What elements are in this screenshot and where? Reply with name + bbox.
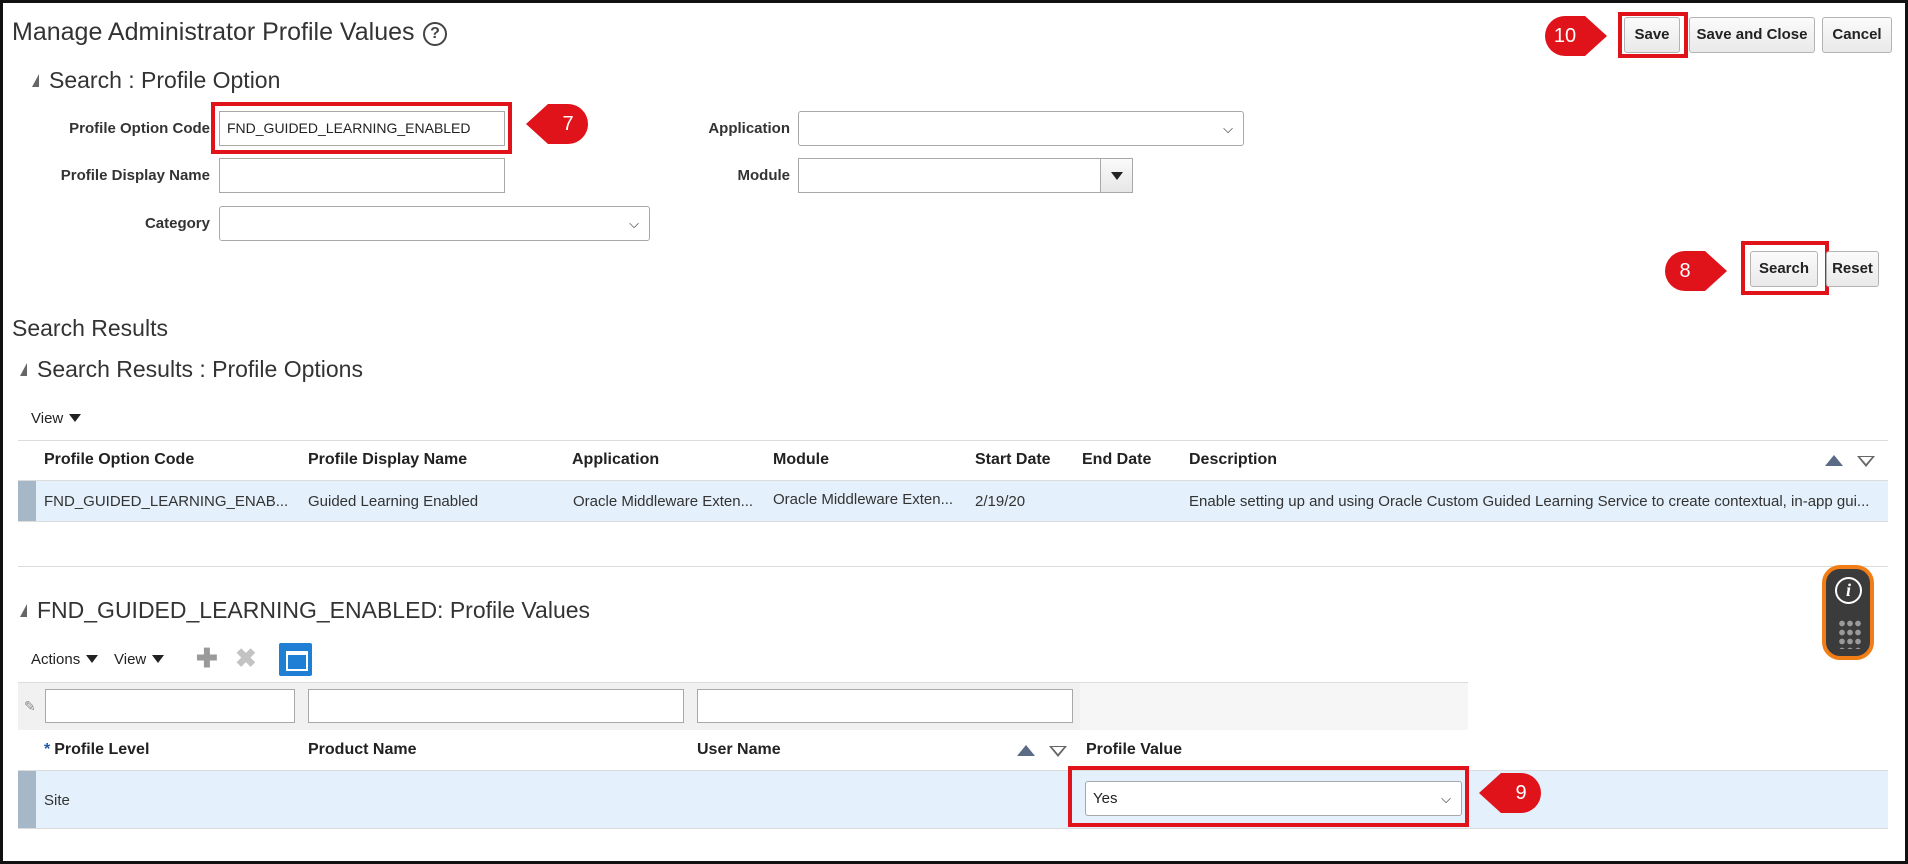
cell-application: Oracle Middleware Exten... [573,493,754,510]
profile-display-name-input[interactable] [219,158,505,193]
search-results-heading: Search Results [12,315,168,341]
row-divider [18,480,1888,481]
help-icon[interactable]: ? [423,22,447,46]
results-section-header[interactable]: Search Results : Profile Options [20,356,363,383]
chevron-down-icon [152,655,165,663]
search-section-header[interactable]: Search : Profile Option [32,67,280,94]
col-header-module[interactable]: Module [773,451,829,469]
row-selector[interactable] [18,771,36,828]
col-header-end-date[interactable]: End Date [1082,451,1151,469]
filter-product-name-input[interactable] [308,689,684,723]
module-input[interactable] [798,158,1101,193]
collapse-triangle-icon[interactable] [32,74,39,87]
col-header-profile-option-code[interactable]: Profile Option Code [44,451,194,469]
chevron-down-icon: ⌵ [1441,791,1451,806]
col-header-product-name[interactable]: Product Name [308,741,416,759]
filter-user-name-input[interactable] [697,689,1073,723]
filter-profile-value-cell [1080,683,1468,730]
section-divider [18,566,1888,567]
category-label: Category [144,215,210,232]
cell-description: Enable setting up and using Oracle Custo… [1189,493,1870,510]
step-10-marker-tip [1585,16,1607,56]
sort-ascending-icon[interactable] [1017,745,1035,756]
col-header-start-date[interactable]: Start Date [975,451,1051,469]
page-title: Manage Administrator Profile Values [12,18,415,46]
step-7-marker-tip [526,104,548,144]
profile-option-code-input[interactable]: FND_GUIDED_LEARNING_ENABLED [219,111,505,146]
cell-start-date: 2/19/20 [975,493,1026,510]
application-select[interactable]: ⌵ [798,111,1244,146]
actions-menu[interactable]: Actions [31,651,99,668]
chevron-down-icon [69,414,82,422]
row-selector[interactable] [18,481,36,521]
col-header-user-name[interactable]: User Name [697,741,781,759]
results-section-title: Search Results : Profile Options [37,356,363,382]
col-header-application[interactable]: Application [572,451,659,469]
search-button[interactable]: Search [1750,251,1818,287]
reset-button[interactable]: Reset [1826,251,1879,287]
results-view-menu[interactable]: View [31,410,82,427]
step-10-marker: 10 [1545,16,1585,56]
sort-descending-icon[interactable] [1049,746,1067,757]
cell-profile-display-name: Guided Learning Enabled [308,493,479,510]
sort-descending-icon[interactable] [1857,456,1875,467]
chevron-down-icon: ⌵ [629,216,639,231]
col-header-description[interactable]: Description [1189,451,1277,469]
module-label: Module [737,167,791,184]
cancel-button[interactable]: Cancel [1822,17,1892,53]
row-divider [18,521,1888,522]
profile-values-section-title: FND_GUIDED_LEARNING_ENABLED: Profile Val… [37,597,591,623]
step-9-marker: 9 [1501,773,1541,813]
col-header-profile-value[interactable]: Profile Value [1086,741,1182,759]
profile-values-section-header[interactable]: FND_GUIDED_LEARNING_ENABLED: Profile Val… [20,597,590,624]
add-icon[interactable]: ✚ [196,643,218,674]
application-label: Application [708,120,790,137]
filter-profile-level-input[interactable] [45,689,295,723]
module-dropdown-button[interactable] [1100,158,1133,193]
step-8-marker: 8 [1665,251,1705,291]
profile-value-select[interactable]: Yes ⌵ [1085,781,1462,816]
cell-module: Oracle Middleware Exten... [773,491,954,508]
profile-option-code-label: Profile Option Code [69,120,210,137]
collapse-triangle-icon[interactable] [20,363,27,376]
col-header-profile-display-name[interactable]: Profile Display Name [308,451,467,469]
edit-filter-icon: ✎ [24,698,36,714]
profile-values-view-menu[interactable]: View [114,651,165,668]
table-row[interactable] [18,771,1888,828]
profile-display-name-label: Profile Display Name [60,167,210,184]
search-section-title: Search : Profile Option [49,67,281,93]
apps-grid-icon[interactable] [1838,619,1862,649]
results-table-top-border [18,440,1888,441]
category-select[interactable]: ⌵ [219,206,650,241]
sort-ascending-icon[interactable] [1825,455,1843,466]
required-marker: * [44,741,51,758]
step-8-marker-tip [1705,251,1727,291]
collapse-triangle-icon[interactable] [20,604,27,617]
step-7-marker: 7 [548,104,588,144]
delete-icon[interactable]: ✖ [235,643,257,674]
row-divider [18,770,1888,771]
guided-learning-widget[interactable]: i [1822,565,1874,660]
save-and-close-button[interactable]: Save and Close [1689,17,1815,53]
step-9-marker-tip [1479,773,1501,813]
chevron-down-icon: ⌵ [1223,121,1233,136]
save-button[interactable]: Save [1624,17,1680,53]
cell-profile-level: Site [44,792,70,809]
chevron-down-icon [86,655,99,663]
info-icon[interactable]: i [1835,577,1862,604]
freeze-icon[interactable] [279,643,312,676]
col-header-profile-level[interactable]: * Profile Level [44,741,149,759]
row-divider [18,828,1888,829]
cell-profile-option-code[interactable]: FND_GUIDED_LEARNING_ENAB... [44,493,294,510]
